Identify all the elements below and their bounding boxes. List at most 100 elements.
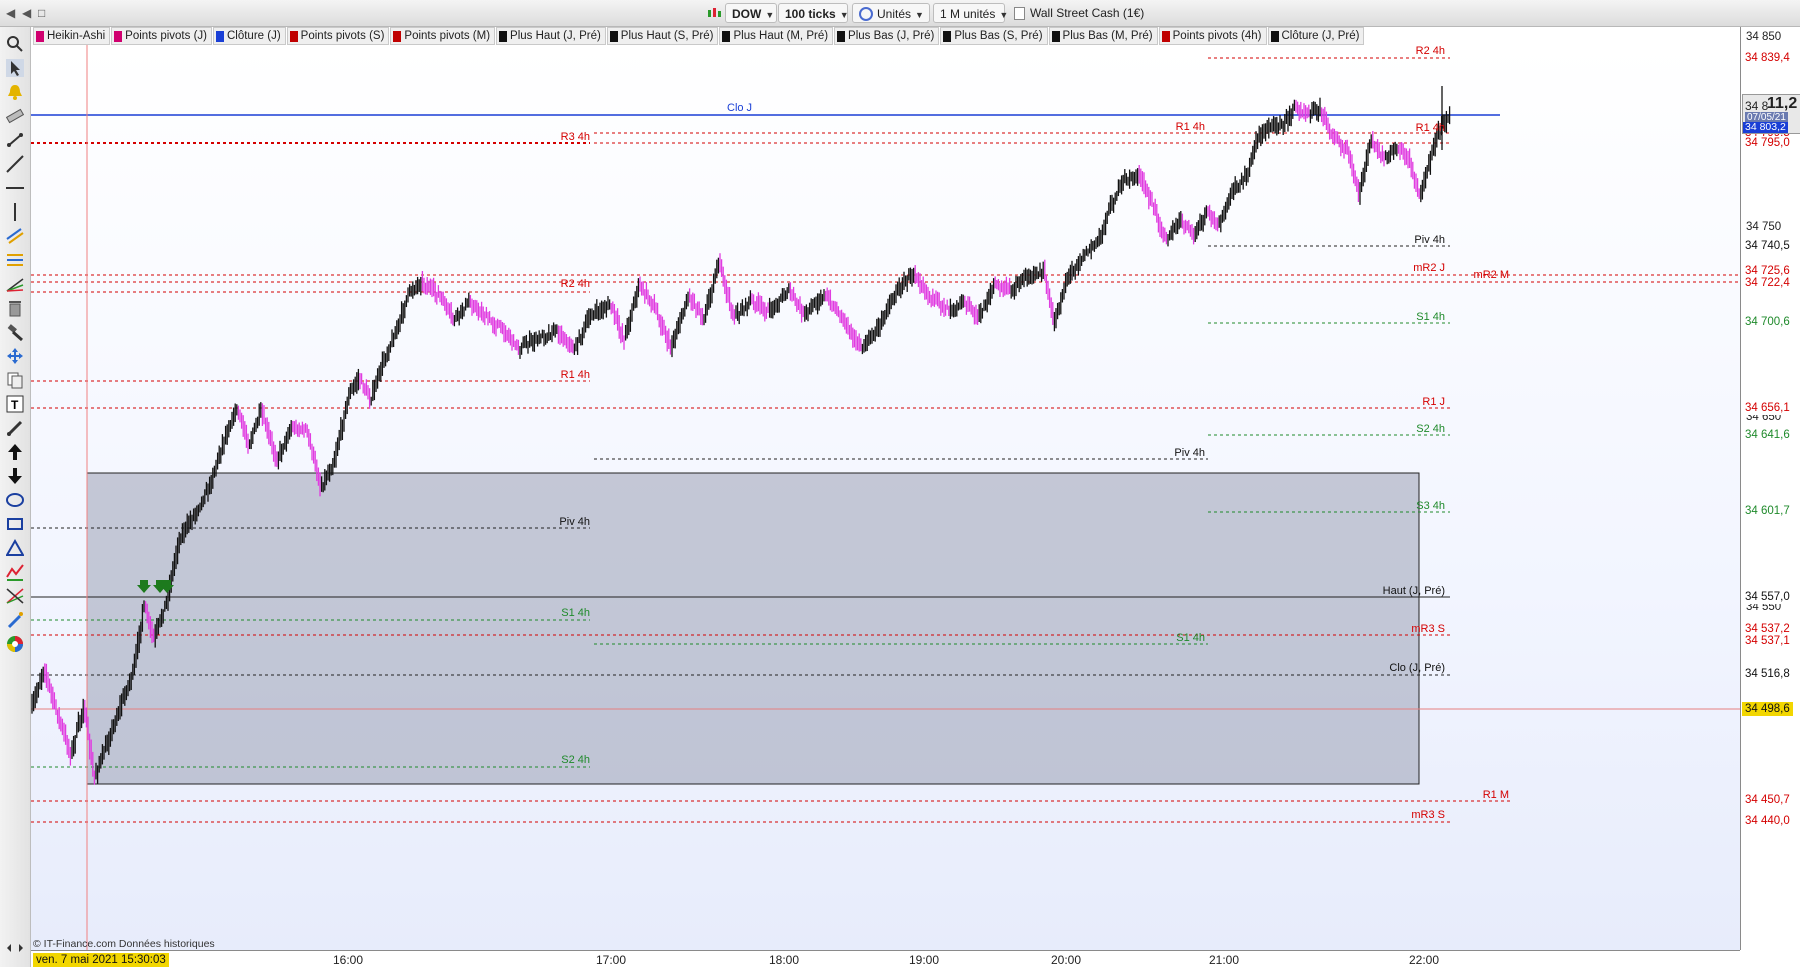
legend-item[interactable]: Plus Haut (S, Pré): [606, 27, 719, 45]
price-chart[interactable]: R2 4h Clo J R1 4h R3 4h R1 4h Piv 4h mR2 J mR2 …: [31, 45, 1740, 950]
time-axis-label: 22:00: [1409, 953, 1440, 967]
time-axis-label: 21:00: [1209, 953, 1240, 967]
ellipse-icon[interactable]: [6, 491, 24, 509]
channel-icon[interactable]: [6, 227, 24, 245]
alarm-icon[interactable]: [6, 83, 24, 101]
chevron-down-icon: ▼: [915, 10, 924, 20]
legend-color-swatch: [215, 30, 224, 42]
time-axis-label: 18:00: [769, 953, 800, 967]
legend-color-swatch: [1051, 30, 1060, 42]
hammer-icon[interactable]: [6, 323, 24, 341]
legend-color-swatch: [393, 30, 402, 42]
text-tool-icon[interactable]: T: [6, 395, 24, 413]
price-level-tag: 34 450,7: [1742, 793, 1793, 807]
level-label: R3 4h: [560, 131, 590, 143]
trendline-icon[interactable]: [6, 155, 24, 173]
legend-item[interactable]: Plus Haut (J, Pré): [496, 27, 606, 45]
top-toolbar: ◀ ◀ □ DOW ▼ 100 ticks ▼ Unités ▼ 1 M unités…: [0, 0, 1800, 27]
level-label: Piv 4h: [1414, 234, 1445, 246]
units-selector[interactable]: Unités ▼: [852, 3, 930, 23]
legend-color-swatch: [943, 30, 952, 42]
fan-icon[interactable]: [6, 275, 24, 293]
legend-label: Heikin-Ashi: [47, 30, 106, 42]
legend-color-swatch: [722, 30, 731, 42]
level-label: mR2 J: [1413, 262, 1445, 274]
legend-item[interactable]: Plus Bas (M, Pré): [1048, 27, 1158, 45]
level-label: S2 4h: [561, 754, 590, 766]
price-axis[interactable]: 34 85034 75034 65034 550 34 839,434 799,…: [1740, 27, 1800, 950]
pitchfork-icon[interactable]: [6, 563, 24, 581]
color-wheel-icon[interactable]: [6, 635, 24, 653]
units-value: Unités: [877, 7, 912, 21]
legend-item[interactable]: Plus Bas (S, Pré): [940, 27, 1048, 45]
level-label: R2 4h: [560, 278, 590, 290]
symbol-value: DOW: [732, 7, 762, 21]
time-axis-label: 20:00: [1051, 953, 1082, 967]
current-price-sub: 34 803,2: [1743, 121, 1788, 133]
move-icon[interactable]: [6, 347, 24, 365]
price-tick-label: 34 750: [1746, 221, 1782, 233]
legend-label: Points pivots (J): [125, 30, 207, 42]
chevron-down-icon: ▼: [839, 10, 849, 20]
price-level-tag: 34 656,1: [1742, 401, 1793, 415]
volume-selector[interactable]: 1 M unités ▼: [933, 3, 1008, 23]
legend-color-swatch: [1161, 30, 1170, 42]
tick-mode-value: 100 ticks: [785, 7, 836, 21]
legend-item[interactable]: Heikin-Ashi: [33, 27, 111, 45]
price-level-tag: 34 839,4: [1742, 51, 1793, 65]
expand-arrows-icon[interactable]: [6, 943, 24, 953]
price-level-tag: 34 601,7: [1742, 504, 1793, 518]
level-label: S1 4h: [1176, 632, 1205, 644]
level-label: S1 4h: [1416, 311, 1445, 323]
legend-item[interactable]: Points pivots (S): [286, 27, 390, 45]
time-axis-label: 19:00: [909, 953, 940, 967]
price-level-tag: 34 740,5: [1742, 239, 1793, 253]
window-box-icon[interactable]: □: [38, 6, 45, 20]
arrow-up-icon[interactable]: [6, 443, 24, 461]
legend-color-swatch: [114, 30, 123, 42]
price-level-tag: 34 722,4: [1742, 276, 1793, 290]
legend-label: Plus Bas (J, Pré): [848, 30, 935, 42]
arrow-down-icon[interactable]: [6, 467, 24, 485]
triangle-icon[interactable]: [6, 539, 24, 557]
gann-icon[interactable]: [6, 587, 24, 605]
level-label: S3 4h: [1416, 500, 1445, 512]
ruler-icon[interactable]: [6, 107, 24, 125]
legend-item[interactable]: Points pivots (M): [390, 27, 496, 45]
legend-label: Points pivots (S): [300, 30, 385, 42]
segment-icon[interactable]: [6, 131, 24, 149]
rectangle-icon[interactable]: [6, 515, 24, 533]
fibonacci-icon[interactable]: [6, 251, 24, 269]
legend-item[interactable]: Points pivots (J): [111, 27, 212, 45]
legend-item[interactable]: Points pivots (4h): [1158, 27, 1267, 45]
selection-rectangle: [86, 472, 1420, 785]
trash-icon[interactable]: [6, 299, 24, 317]
legend-item[interactable]: Plus Bas (J, Pré): [834, 27, 940, 45]
legend-label: Clôture (J, Pré): [1281, 30, 1360, 42]
time-axis[interactable]: ven. 7 mai 2021 15:30:03 16:00 17:00 18:00…: [31, 950, 1740, 968]
zoom-icon[interactable]: [6, 35, 24, 53]
current-price-prefix: 34 8: [1745, 99, 1769, 113]
level-label: mR3 S: [1411, 809, 1445, 821]
legend-item[interactable]: Plus Haut (M, Pré): [719, 27, 834, 45]
tick-mode-selector[interactable]: 100 ticks ▼: [778, 3, 849, 23]
window-restore-icon[interactable]: ◀: [6, 6, 15, 20]
document-icon: [1014, 7, 1025, 20]
price-level-tag: 34 498,6: [1742, 702, 1793, 716]
chart-canvas[interactable]: [31, 45, 1740, 950]
legend-item[interactable]: Clôture (J, Pré): [1267, 27, 1365, 45]
copy-icon[interactable]: [6, 371, 24, 389]
symbol-selector[interactable]: DOW ▼: [725, 3, 777, 23]
magic-wand-icon[interactable]: [6, 611, 24, 629]
level-label: R1 M: [1482, 789, 1509, 801]
window-maximize-icon[interactable]: ◀: [22, 6, 31, 20]
level-label: R1 4h: [1415, 122, 1445, 134]
pointer-icon[interactable]: [6, 59, 24, 77]
horizontal-line-icon[interactable]: [6, 179, 24, 197]
vertical-line-icon[interactable]: [6, 203, 24, 221]
pen-icon[interactable]: [6, 419, 24, 437]
price-level-tag: 34 795,0: [1742, 136, 1793, 150]
candlestick-type-icon[interactable]: [706, 6, 722, 20]
source-note: © IT-Finance.com Données historiques: [33, 938, 215, 950]
legend-item[interactable]: Clôture (J): [212, 27, 286, 45]
